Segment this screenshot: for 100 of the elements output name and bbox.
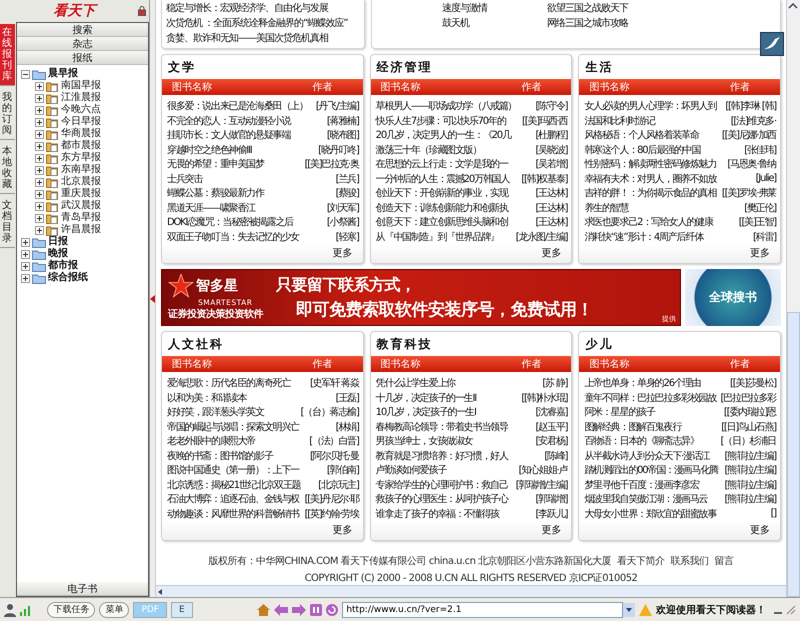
book-title[interactable]: 蝴蝶公墓：蔡骏最新力作 — [167, 186, 334, 200]
download-tasks-button[interactable]: 下载任务 — [47, 602, 96, 618]
tree-item[interactable]: 都市报 — [48, 260, 78, 272]
book-title[interactable]: 穿越时空之绝色神偷III — [167, 142, 316, 157]
book-title[interactable]: 从『中国制造』到『世界品牌』 — [376, 230, 514, 244]
more-link[interactable]: 更多 — [541, 246, 562, 260]
home-icon[interactable] — [257, 604, 270, 616]
more-link[interactable]: 更多 — [750, 246, 770, 260]
book-title[interactable]: 不完全的恋人：互动动漫轻小说 — [167, 114, 325, 128]
section-header[interactable]: 电子书 — [17, 582, 148, 596]
expand-icon[interactable] — [35, 82, 44, 90]
book-link[interactable]: 贪婪、欺诈和无知——美国次贷危机真相 — [166, 31, 360, 46]
tree-item[interactable]: 南国早报 — [61, 80, 101, 92]
book-title[interactable]: 养生的智慧 — [584, 200, 742, 215]
book-title[interactable]: 性别密码：解读两性密码修炼魅力 — [584, 157, 726, 172]
book-title[interactable]: 春梅教高论领导：带着史书当领导 — [376, 420, 534, 434]
back-icon[interactable] — [274, 604, 288, 616]
tree-item[interactable]: 江淮晨报 — [61, 92, 101, 104]
lock-icon[interactable] — [138, 6, 146, 16]
expand-icon[interactable] — [35, 142, 44, 150]
side-tab[interactable]: 本地收藏 — [0, 143, 15, 194]
tree-item[interactable]: 晨早报 — [48, 68, 78, 80]
tree-item[interactable]: 日报 — [48, 236, 68, 248]
more-link[interactable]: 更多 — [332, 523, 353, 537]
user-icon[interactable] — [4, 602, 16, 616]
book-title[interactable]: 很多爱：说出来已是沧海桑田（上） — [167, 99, 314, 114]
expand-icon[interactable] — [35, 118, 44, 126]
book-title[interactable]: 童年不同样：巴拉巴拉多彩校园故 — [584, 390, 718, 405]
book-title[interactable]: 以和为美：和谐读本 — [167, 390, 334, 405]
book-title[interactable]: 快乐人生7步骤：可以快乐70年的 — [376, 114, 520, 128]
resize-grip-icon[interactable] — [786, 604, 796, 614]
book-link[interactable]: 欲望三国之战败天下 — [547, 1, 628, 16]
book-title[interactable]: 卢勤谈如何爱孩子 — [376, 463, 517, 478]
tree-item[interactable]: 许昌晨报 — [61, 224, 101, 236]
tree-item[interactable]: 晚报 — [48, 248, 68, 260]
tree-item[interactable]: 重庆晨报 — [61, 188, 101, 200]
book-title[interactable]: 图解经典：图解百鬼夜行 — [584, 420, 720, 434]
book-search-banner[interactable]: 全球搜书 — [685, 269, 781, 326]
tree-item[interactable]: 东方早报 — [61, 152, 101, 164]
book-title[interactable]: 从半截水诗人到分众天下·漫话江 — [584, 448, 722, 463]
tree-item[interactable]: 今晚六点 — [61, 104, 101, 116]
refresh-icon[interactable] — [326, 604, 338, 616]
book-title[interactable]: 无畏的希望：重申美国梦 — [167, 157, 303, 172]
expand-icon[interactable] — [35, 190, 44, 198]
expand-icon[interactable] — [21, 262, 30, 270]
book-title[interactable]: 爱海悲歌：历代名臣的离奇死亡 — [167, 376, 308, 390]
book-title[interactable]: 在思想的云上行走：文学是我的一 — [376, 157, 534, 172]
book-title[interactable]: 百物语：日本的《聊斋志异》 — [584, 434, 718, 448]
book-title[interactable]: 10几岁，决定孩子的一生I — [376, 405, 534, 420]
expand-icon[interactable] — [35, 94, 44, 102]
expand-icon[interactable] — [35, 166, 44, 174]
book-title[interactable]: 好好笑，跟洋葱头学英文 — [167, 405, 298, 420]
expand-icon[interactable] — [21, 238, 30, 246]
more-link[interactable]: 更多 — [750, 523, 770, 537]
section-header[interactable]: 报纸 — [17, 51, 148, 65]
book-title[interactable]: 求医也要求己2：写给女人的健康 — [584, 215, 737, 230]
book-title[interactable]: 石油大博弈：追逐石油、金钱与权 — [167, 492, 303, 506]
tree-item[interactable]: 青岛早报 — [61, 212, 101, 224]
book-title[interactable]: 帝国的崛起与说唱：探索文明兴亡 — [167, 420, 334, 434]
book-title[interactable]: 草根男人——职场成功学（八戒篇） — [376, 99, 534, 114]
book-title[interactable]: 挂职市长：文人做官的悬疑事端 — [167, 128, 325, 142]
book-title[interactable]: DOKI恋魔咒：当秘密被揭露之后 — [167, 215, 325, 230]
book-title[interactable]: 男孩当绅士，女孩做淑女 — [376, 434, 534, 448]
book-title[interactable]: 十几岁，决定孩子的一生II — [376, 390, 520, 405]
book-link[interactable]: 稳定与增长：宏观经济学、自由化与发展 — [166, 1, 360, 16]
book-title[interactable]: 韩寒这个人：80后最强的中国 — [584, 142, 742, 157]
tree-item[interactable]: 今日早报 — [61, 116, 101, 128]
book-title[interactable]: 上帝也单身：单身的26个理由 — [584, 376, 728, 390]
more-link[interactable]: 更多 — [332, 246, 353, 260]
book-title[interactable]: 吉祥的胖！：为你揭示食品的真相 — [584, 186, 720, 200]
book-title[interactable]: 老老外眼中的康熙大帝 — [167, 434, 308, 448]
tree-item[interactable]: 综合报纸 — [48, 272, 88, 284]
mode-tab[interactable]: E — [170, 602, 193, 618]
book-title[interactable]: 女人必读的男人心理学：坏男人到 — [584, 99, 724, 114]
book-title[interactable]: 图说中国通史（第一册）：上下一 — [167, 463, 325, 478]
expand-icon[interactable] — [35, 106, 44, 114]
more-link[interactable]: 更多 — [541, 523, 562, 537]
book-title[interactable]: 一分钟后的人生：震撼20万韩国人 — [376, 172, 520, 186]
book-link[interactable]: 网络三国之城市攻略 — [547, 16, 628, 31]
collapse-icon[interactable] — [21, 70, 30, 78]
address-field[interactable]: http://www.u.cn/?ver=2.1 — [342, 602, 623, 618]
expand-icon[interactable] — [35, 178, 44, 186]
book-title[interactable]: 踏机测蹈出的00帝国：漫画马化腾 — [584, 463, 722, 478]
expand-icon[interactable] — [35, 130, 44, 138]
book-title[interactable]: 专家给学生的心理呵护书：救自己 — [376, 478, 514, 492]
expand-icon[interactable] — [35, 202, 44, 210]
book-title[interactable]: 20几岁，决定男人的一生：《20几 — [376, 128, 534, 142]
book-title[interactable]: 梦里寻他千百度：漫画李彦宏 — [584, 478, 722, 492]
book-title[interactable]: 凭什么让学生爱上你 — [376, 376, 540, 390]
dropdown-icon[interactable] — [622, 602, 635, 616]
expand-icon[interactable] — [35, 226, 44, 234]
book-title[interactable]: 谁拿走了孩子的幸福：不懂得孩 — [376, 506, 534, 521]
book-title[interactable]: 夜晚的书斋：图书馆的影子 — [167, 448, 308, 463]
footer-link[interactable]: 看天下简介 — [617, 554, 665, 568]
book-title[interactable]: 创造天下：训练创新能力和创新执 — [376, 200, 534, 215]
pause-icon[interactable] — [310, 604, 322, 616]
section-header[interactable]: 搜索 — [17, 23, 148, 37]
expand-icon[interactable] — [21, 274, 30, 282]
tree-item[interactable]: 东南早报 — [61, 164, 101, 176]
book-title[interactable]: 士兵突击 — [167, 172, 334, 186]
